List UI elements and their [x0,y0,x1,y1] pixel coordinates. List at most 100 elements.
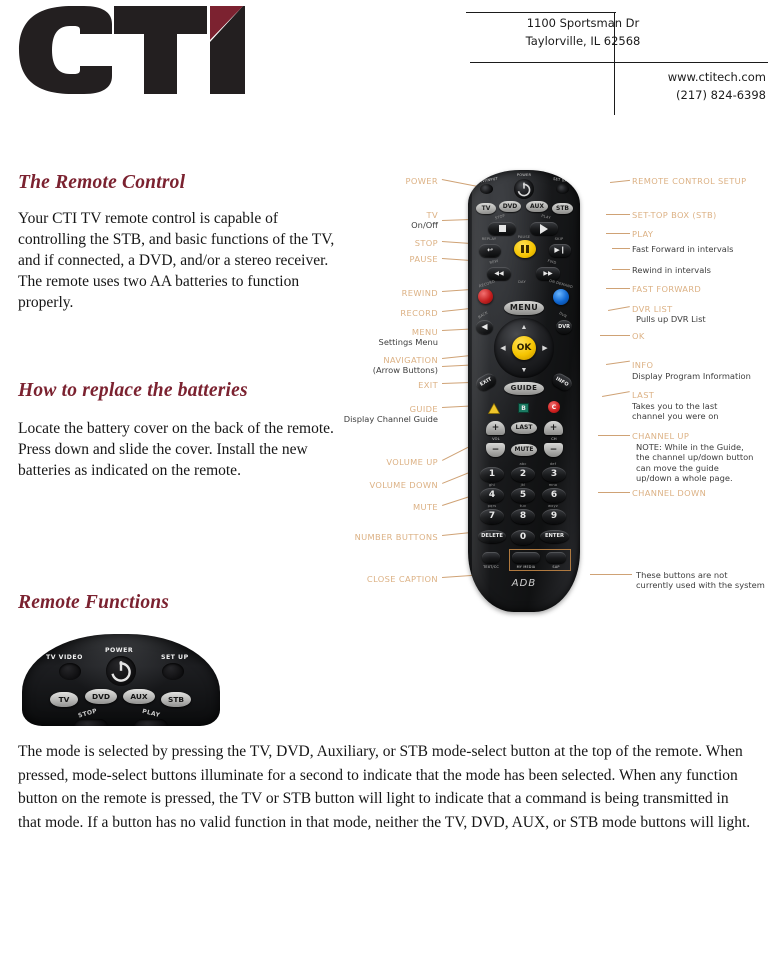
stop-icon [498,225,506,232]
color-button-b[interactable]: B [518,403,529,413]
record-button[interactable] [478,289,493,304]
stop-button[interactable] [488,222,516,235]
callout-rewind: REWIND [401,288,438,298]
key-3[interactable]: 3 [542,467,566,482]
label-sap: SAP [552,565,560,569]
nav-left-button[interactable]: ◀ [497,342,509,354]
page-header: 1100 Sportsman Dr Taylorville, IL 62568 … [0,0,768,128]
detail-mode-button-stb[interactable]: STB [161,692,191,707]
key-1[interactable]: 1 [480,467,504,482]
company-contact: www.ctitech.com (217) 824-6398 [606,68,766,104]
leader-line [606,360,630,365]
label-power: POWER [516,173,532,177]
callout-channel-down: CHANNEL DOWN [632,488,707,498]
phone-number: (217) 824-6398 [676,88,766,102]
detail-label-tv-video: TV VIDEO [46,654,83,661]
delete-button[interactable]: DELETE [478,530,506,543]
key-8[interactable]: 8 [511,509,535,524]
detail-mode-button-aux[interactable]: AUX [123,689,155,704]
key-6[interactable]: 6 [542,488,566,503]
mode-button-dvd[interactable]: DVD [499,201,521,212]
exit-button[interactable]: EXIT [473,370,499,394]
nav-up-button[interactable]: ▲ [516,321,532,332]
callout-fast-forward-intervals: Fast Forward in intervals [632,244,734,254]
label-fwd: FWD [547,258,557,266]
callout-menu: MENU [411,327,438,337]
dvr-button[interactable]: DVR [556,320,572,334]
pause-icon [526,245,529,253]
callout-guide: GUIDE [409,404,438,414]
info-button[interactable]: INFO [549,370,575,394]
power-button[interactable] [514,179,534,199]
paragraph-mode-selection: The mode is selected by pressing the TV,… [18,743,751,831]
mode-button-aux[interactable]: AUX [526,201,548,212]
key-4[interactable]: 4 [480,488,504,503]
ok-button[interactable]: OK [512,336,536,360]
sap-button[interactable] [546,552,566,563]
callout-pause: PAUSE [409,254,438,264]
detail-stop-button[interactable] [74,719,108,726]
brand-logo-adb: ADB [511,578,537,589]
key-2[interactable]: 2 [511,467,535,482]
mode-button-tv[interactable]: TV [476,203,496,214]
detail-label-stop: STOP [77,707,99,720]
key-5[interactable]: 5 [511,488,535,503]
key-0[interactable]: 0 [511,530,535,545]
nav-right-button[interactable]: ▶ [539,342,551,354]
set-up-button[interactable] [556,184,569,194]
label-replay: REPLAY [481,237,497,241]
nav-down-button[interactable]: ▼ [516,364,532,375]
detail-play-button[interactable] [134,719,168,726]
detail-tv-video-button[interactable] [59,663,81,680]
key-9[interactable]: 9 [542,509,566,524]
callout-menu-sub: Settings Menu [378,337,438,347]
replay-button[interactable]: ↩ [479,244,501,257]
my-media-button[interactable] [512,552,540,563]
tv-video-button[interactable] [480,184,493,194]
label-ch: CH [551,437,557,441]
mode-button-stb[interactable]: STB [552,203,573,214]
callout-volume-up: VOLUME UP [386,457,438,467]
channel-up-button[interactable]: + [544,421,563,435]
leader-line [610,179,630,183]
address-line-2: Taylorville, IL 62568 [525,34,641,48]
callout-dvr-list-sub: Pulls up DVR List [636,314,706,324]
callout-close-caption: CLOSE CAPTION [366,574,438,584]
power-icon [517,182,531,197]
play-button[interactable] [530,222,558,235]
website-url: www.ctitech.com [667,70,766,84]
callout-info-sub: Display Program Information [632,371,751,381]
leader-line [606,233,630,234]
color-button-a[interactable] [487,401,501,414]
detail-mode-button-tv[interactable]: TV [50,692,78,707]
detail-mode-button-dvd[interactable]: DVD [85,689,117,704]
channel-down-button[interactable]: − [544,443,563,457]
leader-line [590,574,632,575]
leader-line [608,306,630,311]
on-demand-button[interactable] [553,289,569,305]
guide-button[interactable]: GUIDE [504,382,544,395]
key-7[interactable]: 7 [480,509,504,524]
color-button-c[interactable]: C [548,401,560,413]
leader-line [612,269,630,270]
callout-remote-control-setup: REMOTE CONTROL SETUP [632,176,747,186]
callout-number-buttons: NUMBER BUTTONS [354,532,438,542]
label-abc: abc [519,462,527,466]
label-def: def [549,462,557,466]
mute-button[interactable]: MUTE [511,444,537,456]
enter-button[interactable]: ENTER [540,530,569,543]
detail-power-button[interactable] [106,656,136,686]
volume-up-button[interactable]: + [486,421,505,435]
label-pqrs: pqrs [487,504,497,508]
leader-line [602,391,630,397]
company-address: 1100 Sportsman Dr Taylorville, IL 62568 [452,14,714,50]
callout-fast-forward: FAST FORWARD [632,284,702,294]
skip-button[interactable]: ▶❙ [549,244,571,257]
last-button[interactable]: LAST [511,422,537,434]
pause-button[interactable] [514,240,536,258]
text-cc-button[interactable] [482,552,500,563]
volume-down-button[interactable]: − [486,443,505,457]
menu-button[interactable]: MENU [504,301,544,315]
back-button[interactable]: ◀ [476,320,493,334]
detail-set-up-button[interactable] [162,663,184,680]
